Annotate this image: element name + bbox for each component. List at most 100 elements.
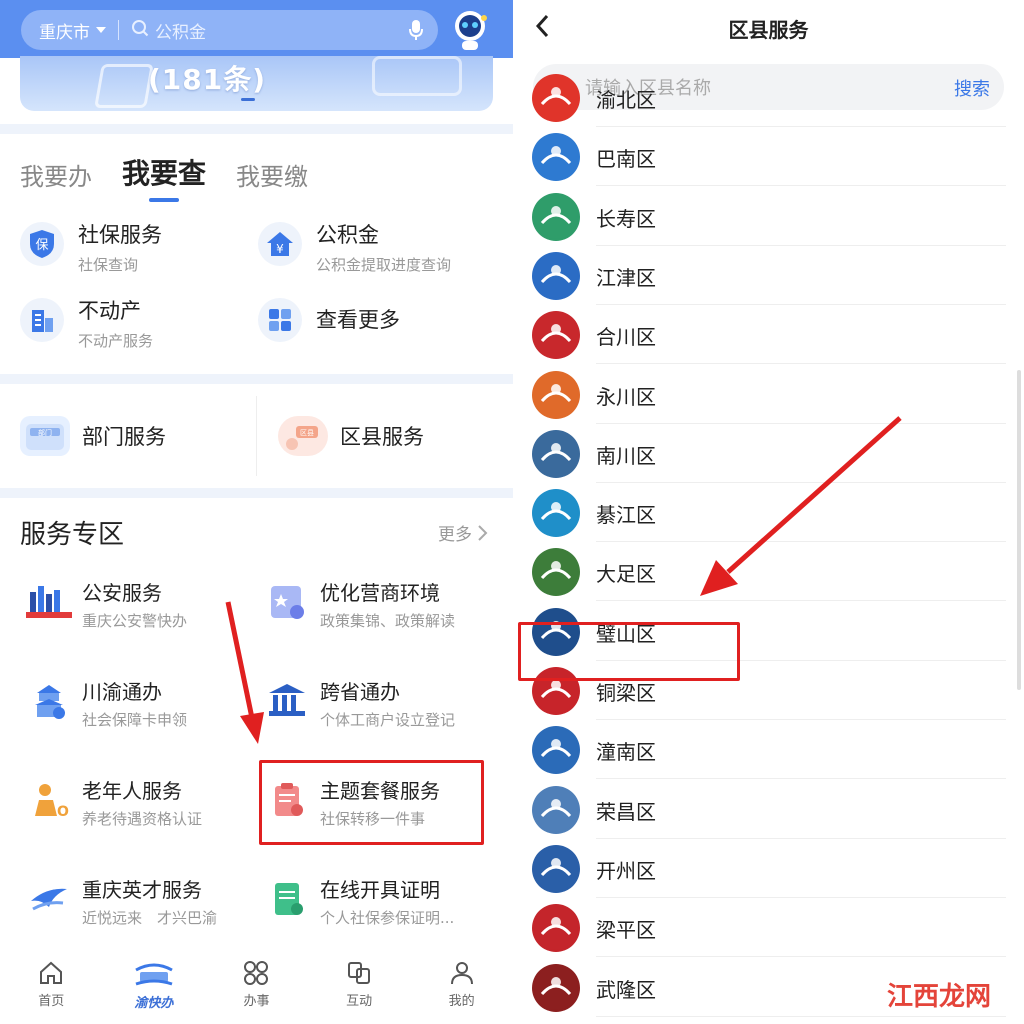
district-name: 荣昌区 [596,799,656,824]
service-housing-fund[interactable]: ¥ 公积金 公积金提取进度查询 [258,222,451,275]
zone-item-title: 跨省通办 [320,680,400,704]
service-real-estate[interactable]: 不动产 不动产服务 [20,298,153,351]
nav-profile[interactable]: 我的 [422,960,502,1009]
active-tab-indicator [149,198,179,202]
zone-item-chuanyu[interactable]: 川渝通办 社会保障卡申领 [24,679,187,730]
district-row[interactable]: 荣昌区 [513,780,1024,839]
bottom-navigation: 首页 渝快办 办事 互动 我的 [0,952,513,1024]
district-logo-icon [532,548,580,597]
district-row[interactable]: 长寿区 [513,187,1024,246]
district-name: 铜梁区 [596,681,656,705]
zone-item-title: 老年人服务 [82,779,182,803]
service-social-security[interactable]: 保 社保服务 社保查询 [20,222,162,275]
zone-item-subtitle: 重庆公安警快办 [82,612,188,630]
district-name: 巴南区 [596,147,656,172]
section-divider [0,488,513,498]
divider [118,20,119,40]
district-row[interactable]: 开州区 [513,839,1024,898]
nav-label: 我的 [448,994,475,1009]
district-logo-icon [532,904,580,953]
district-row[interactable]: 潼南区 [513,720,1024,780]
district-row[interactable]: 梁平区 [513,898,1024,958]
svg-text:区县: 区县 [300,429,314,437]
zone-item-subtitle: 个体工商户设立登记 [320,711,456,729]
section-divider [0,374,513,384]
highlight-box [259,760,484,845]
zone-item-business[interactable]: 优化营商环境政策集锦、政策解读 [262,580,455,631]
nav-home[interactable]: 首页 [11,960,91,1009]
assistant-robot-icon[interactable] [450,8,490,52]
scrollbar[interactable] [1017,370,1021,690]
annotation-arrow [700,416,902,596]
entry-label: 部门服务 [82,425,166,449]
service-view-more[interactable]: 查看更多 [258,298,400,342]
zone-item-certificate[interactable]: 在线开具证明 个人社保参保证明... [262,877,454,928]
district-name: 南川区 [596,443,656,468]
district-name: 潼南区 [596,740,656,765]
more-link[interactable]: 更多 [438,520,488,545]
government-building-icon [262,679,312,723]
zone-item-subtitle: 近悦远来 才兴巴渝 [82,909,218,927]
talent-bird-icon [24,877,74,921]
city-selector[interactable]: 重庆市 [39,18,90,43]
svg-text:¥: ¥ [276,242,284,256]
nav-yukuaiban[interactable]: 渝快办 [114,960,194,1011]
microphone-icon[interactable] [408,19,424,46]
district-logo-icon [532,74,580,122]
zone-item-elderly[interactable]: O 老年人服务 养老待遇资格认证 [24,778,202,829]
house-yuan-icon: ¥ [258,222,302,266]
nav-label: 办事 [243,994,270,1009]
police-icon [24,580,74,624]
annotation-arrow [225,601,264,744]
tab-todo[interactable]: 我要办 [20,157,92,192]
zone-item-subtitle: 政策集锦、政策解读 [320,612,456,630]
zone-item-title: 公安服务 [82,581,162,605]
screenshot-root: 重庆市 公积金 (181条) 我要办 我要查 我要缴 保 社保服务 社保查询 ¥… [0,0,1024,1024]
district-logo-icon [532,844,580,893]
query-tabs: 我要办 我要查 我要缴 [20,152,308,202]
four-circles-icon [244,961,269,985]
zone-item-talent[interactable]: 重庆英才服务近悦远来 才兴巴渝 [24,877,217,928]
district-name: 开州区 [596,858,656,883]
user-icon [450,962,473,985]
tab-query[interactable]: 我要查 [122,152,206,202]
search-bar[interactable]: 重庆市 公积金 [21,10,438,50]
nav-label: 渝快办 [134,996,174,1011]
row-divider [596,1015,1006,1017]
entry-label: 区县服务 [340,425,424,449]
zone-item-cross-province[interactable]: 跨省通办个体工商户设立登记 [262,679,455,730]
district-name: 长寿区 [596,206,656,231]
district-services-entry[interactable]: 区县 区县服务 [278,386,424,486]
district-logo-icon [532,963,580,1012]
district-row[interactable]: 合川区 [513,305,1024,365]
tab-pay[interactable]: 我要缴 [236,157,308,192]
district-logo-icon [532,133,580,182]
department-services-entry[interactable]: 部门 部门服务 [20,386,166,486]
service-zone-title: 服务专区 [20,520,125,550]
district-row[interactable]: 江津区 [513,246,1024,305]
district-logo-icon [532,726,580,775]
page-title: 区县服务 [728,18,809,42]
district-name: 渝北区 [596,88,656,112]
service-title: 公积金 [316,223,379,247]
district-row[interactable]: 巴南区 [513,127,1024,187]
zone-item-title: 优化营商环境 [320,581,440,605]
zone-item-title: 重庆英才服务 [82,878,202,902]
interaction-icon [348,962,371,984]
promo-banner[interactable]: (181条) [20,56,493,111]
district-name: 永川区 [596,384,656,409]
district-row[interactable]: 渝北区 [513,68,1024,127]
nav-interaction[interactable]: 互动 [319,960,399,1009]
banner-text: (181条) [148,63,267,96]
header: 区县服务 [513,0,1024,56]
district-name: 合川区 [596,325,656,350]
service-title: 查看更多 [316,308,400,332]
district-logo-icon [532,489,580,538]
district-name: 江津区 [596,265,656,290]
chevron-right-icon [478,524,488,541]
yukuaiban-logo-icon [135,963,173,986]
home-pane: 重庆市 公积金 (181条) 我要办 我要查 我要缴 保 社保服务 社保查询 ¥… [0,0,513,1024]
district-icon: 区县 [278,416,328,456]
zone-item-police[interactable]: 公安服务重庆公安警快办 [24,580,187,631]
nav-affairs[interactable]: 办事 [216,960,296,1009]
